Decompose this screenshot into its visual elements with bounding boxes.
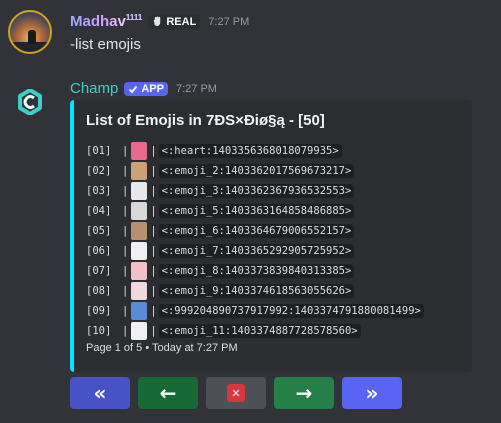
separator: | bbox=[122, 185, 129, 197]
emoji-thumbnail-icon[interactable] bbox=[131, 242, 148, 260]
separator: | bbox=[150, 145, 157, 157]
arrow-right-icon: → bbox=[295, 381, 313, 405]
message-header: Madhav1111 REAL 7:27 PM bbox=[70, 13, 249, 30]
emoji-index: [10] bbox=[86, 325, 112, 337]
emoji-code: <:999204890737917992:1403374791880081499… bbox=[158, 304, 424, 318]
champ-logo-icon bbox=[18, 89, 42, 115]
separator: | bbox=[122, 145, 129, 157]
embed-footer: Page 1 of 5 • Today at 7:27 PM bbox=[86, 342, 238, 354]
emoji-row: [04] | | <:emoji_5:1403363164858486885> bbox=[86, 201, 424, 221]
embed-title: List of Emojis in 7ÐS×Ðiø§ą - [50] bbox=[86, 112, 325, 129]
emoji-index: [08] bbox=[86, 285, 112, 297]
separator: | bbox=[122, 265, 129, 277]
avatar[interactable] bbox=[8, 10, 52, 54]
separator: | bbox=[122, 205, 129, 217]
emoji-code: <:emoji_3:1403362367936532553> bbox=[158, 184, 355, 198]
emoji-thumbnail-icon[interactable] bbox=[131, 262, 148, 280]
separator: | bbox=[150, 285, 157, 297]
emoji-code: <:emoji_9:1403374618563055626> bbox=[158, 284, 355, 298]
first-page-button[interactable]: « bbox=[70, 377, 130, 409]
emoji-row: [07] | | <:emoji_8:1403373839840313385> bbox=[86, 261, 424, 281]
emoji-thumbnail-icon[interactable] bbox=[131, 222, 148, 240]
emoji-index: [04] bbox=[86, 205, 112, 217]
emoji-code: <:emoji_8:1403373839840313385> bbox=[158, 264, 355, 278]
message-content: -list emojis bbox=[70, 36, 141, 53]
emoji-row: [08] | | <:emoji_9:1403374618563055626> bbox=[86, 281, 424, 301]
emoji-index: [02] bbox=[86, 165, 112, 177]
separator: | bbox=[150, 165, 157, 177]
separator: | bbox=[150, 205, 157, 217]
username[interactable]: Madhav1111 bbox=[70, 13, 142, 30]
emoji-thumbnail-icon[interactable] bbox=[131, 142, 148, 160]
close-button[interactable]: ✕ bbox=[206, 377, 266, 409]
app-badge: APP bbox=[124, 81, 168, 96]
emoji-code: <:emoji_7:1403365292905725952> bbox=[158, 244, 355, 258]
separator: | bbox=[150, 185, 157, 197]
separator: | bbox=[150, 265, 157, 277]
emoji-row: [02] | | <:emoji_2:1403362017569673217> bbox=[86, 161, 424, 181]
emoji-row: [09] | | <:999204890737917992:1403374791880… bbox=[86, 301, 424, 321]
emoji-row: [06] | | <:emoji_7:1403365292905725952> bbox=[86, 241, 424, 261]
bot-message-header: Champ APP 7:27 PM bbox=[70, 80, 217, 97]
separator: | bbox=[150, 305, 157, 317]
emoji-list-embed: List of Emojis in 7ÐS×Ðiø§ą - [50] [01] |… bbox=[70, 100, 472, 372]
emoji-code: <:emoji_11:1403374887728578560> bbox=[158, 324, 361, 338]
double-chevron-left-icon: « bbox=[93, 381, 107, 405]
last-page-button[interactable]: » bbox=[342, 377, 402, 409]
emoji-thumbnail-icon[interactable] bbox=[131, 302, 148, 320]
separator: | bbox=[122, 305, 129, 317]
user-tag-badge[interactable]: REAL bbox=[148, 14, 201, 29]
emoji-thumbnail-icon[interactable] bbox=[131, 162, 148, 180]
separator: | bbox=[122, 285, 129, 297]
emoji-index: [01] bbox=[86, 145, 112, 157]
emoji-row: [03] | | <:emoji_3:1403362367936532553> bbox=[86, 181, 424, 201]
emoji-index: [06] bbox=[86, 245, 112, 257]
emoji-code: <:emoji_6:1403364679006552157> bbox=[158, 224, 355, 238]
bot-username[interactable]: Champ bbox=[70, 80, 118, 97]
emoji-code: <:emoji_2:1403362017569673217> bbox=[158, 164, 355, 178]
emoji-thumbnail-icon[interactable] bbox=[131, 282, 148, 300]
bot-avatar[interactable] bbox=[8, 80, 52, 124]
separator: | bbox=[150, 225, 157, 237]
emoji-thumbnail-icon[interactable] bbox=[131, 202, 148, 220]
emoji-list: [01] | | <:heart:1403356368018079935> [02] | |… bbox=[86, 141, 424, 341]
hand-wave-icon bbox=[154, 16, 161, 27]
emoji-thumbnail-icon[interactable] bbox=[131, 182, 148, 200]
timestamp: 7:27 PM bbox=[208, 15, 250, 28]
previous-page-button[interactable]: ← bbox=[138, 377, 198, 409]
emoji-code: <:emoji_5:1403363164858486885> bbox=[158, 204, 355, 218]
separator: | bbox=[122, 165, 129, 177]
emoji-row: [05] | | <:emoji_6:1403364679006552157> bbox=[86, 221, 424, 241]
separator: | bbox=[150, 325, 157, 337]
checkmark-icon bbox=[129, 85, 138, 93]
separator: | bbox=[122, 325, 129, 337]
emoji-index: [07] bbox=[86, 265, 112, 277]
emoji-thumbnail-icon[interactable] bbox=[131, 322, 148, 340]
timestamp: 7:27 PM bbox=[175, 82, 217, 95]
emoji-index: [09] bbox=[86, 305, 112, 317]
emoji-row: [01] | | <:heart:1403356368018079935> bbox=[86, 141, 424, 161]
emoji-index: [03] bbox=[86, 185, 112, 197]
emoji-code: <:heart:1403356368018079935> bbox=[158, 144, 342, 158]
double-chevron-right-icon: » bbox=[365, 381, 379, 405]
close-icon: ✕ bbox=[227, 384, 245, 402]
next-page-button[interactable]: → bbox=[274, 377, 334, 409]
arrow-left-icon: ← bbox=[159, 381, 177, 405]
separator: | bbox=[122, 245, 129, 257]
emoji-row: [10] | | <:emoji_11:1403374887728578560> bbox=[86, 321, 424, 341]
separator: | bbox=[122, 225, 129, 237]
separator: | bbox=[150, 245, 157, 257]
emoji-index: [05] bbox=[86, 225, 112, 237]
pagination-buttons: « ← ✕ → » bbox=[70, 377, 402, 409]
